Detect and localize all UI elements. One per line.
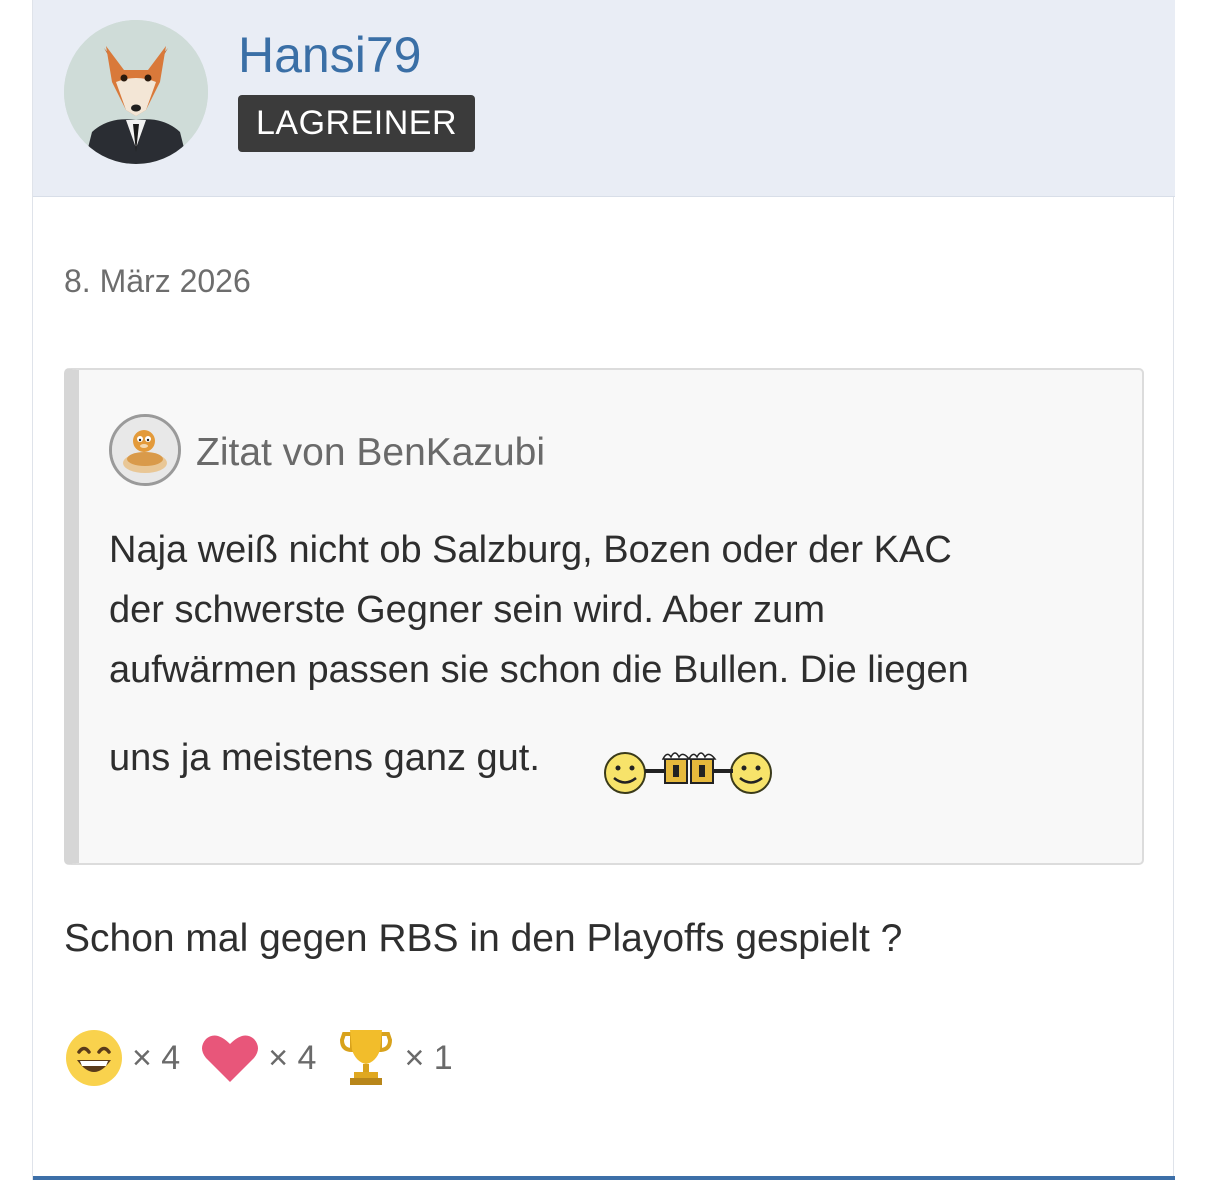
reaction-summary[interactable]: × 4 × 4 × 1 xyxy=(64,1028,473,1088)
reaction-trophy[interactable]: × 1 xyxy=(336,1028,453,1088)
heart-icon xyxy=(202,1035,259,1082)
post-divider xyxy=(33,1176,1175,1180)
reaction-count: × 1 xyxy=(404,1038,453,1077)
quote-author-label[interactable]: Zitat von BenKazubi xyxy=(196,430,545,476)
reaction-count: × 4 xyxy=(132,1038,181,1077)
post-header: Hansi79 LAGREINER xyxy=(33,0,1175,197)
fox-avatar-image xyxy=(64,20,208,164)
quote-line: der schwerste Gegner sein wird. Aber zum xyxy=(109,589,825,631)
garfield-avatar-image xyxy=(112,417,178,483)
forum-post: Hansi79 LAGREINER 8. März 2026 Zitat von… xyxy=(32,0,1175,1180)
username-link[interactable]: Hansi79 xyxy=(238,26,421,84)
quote-author-avatar[interactable] xyxy=(109,414,181,486)
post-body-text: Schon mal gegen RBS in den Playoffs gesp… xyxy=(64,917,903,960)
quote-line: Naja weiß nicht ob Salzburg, Bozen oder … xyxy=(109,529,952,571)
rank-badge: LAGREINER xyxy=(238,95,475,152)
cheers-smiley-icon xyxy=(601,745,777,797)
quote-line: uns ja meistens ganz gut. xyxy=(109,737,540,779)
grinning-face-icon xyxy=(66,1030,122,1086)
reaction-grinning[interactable]: × 4 xyxy=(64,1028,180,1088)
quote-line: aufwärmen passen sie schon die Bullen. D… xyxy=(109,649,969,691)
trophy-icon xyxy=(340,1030,393,1085)
reaction-heart[interactable]: × 4 xyxy=(200,1030,316,1086)
quote-text: Naja weiß nicht ob Salzburg, Bozen oder … xyxy=(109,520,1099,700)
reaction-count: × 4 xyxy=(268,1038,317,1077)
post-date[interactable]: 8. März 2026 xyxy=(64,262,251,300)
quote-block: Zitat von BenKazubi Naja weiß nicht ob S… xyxy=(64,368,1144,865)
user-avatar[interactable] xyxy=(64,20,208,164)
